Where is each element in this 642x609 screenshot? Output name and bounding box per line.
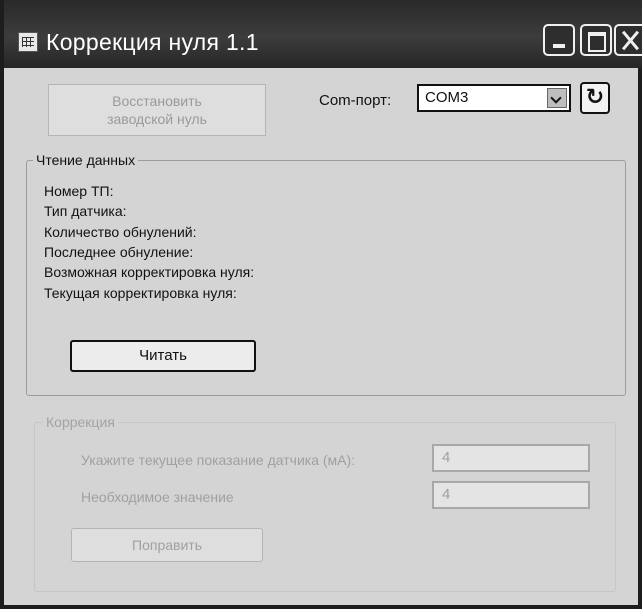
read-data-group-title: Чтение данных <box>33 152 139 168</box>
field-sensor-type: Тип датчика: <box>44 203 127 219</box>
required-value-input[interactable]: 4 <box>432 481 590 509</box>
app-window: Коррекция нуля 1.1 Восстановить заводско… <box>0 0 642 609</box>
minimize-button[interactable] <box>543 24 575 56</box>
title-bar[interactable]: Коррекция нуля 1.1 <box>4 0 642 68</box>
close-button[interactable] <box>614 24 642 56</box>
fix-button[interactable]: Поправить <box>71 528 263 562</box>
correction-group-title: Коррекция <box>43 414 118 430</box>
field-current-correction: Текущая корректировка нуля: <box>44 285 237 301</box>
read-button[interactable]: Читать <box>70 340 256 372</box>
restore-button-label-line1: Восстановить <box>112 93 202 109</box>
current-reading-label: Укажите текущее показание датчика (мА): <box>81 452 356 468</box>
field-zeroing-count: Количество обнулений: <box>44 224 197 240</box>
field-last-zeroing: Последнее обнуление: <box>44 244 194 260</box>
field-tp-number: Номер ТП: <box>44 183 114 199</box>
window-title: Коррекция нуля 1.1 <box>46 29 259 55</box>
app-icon <box>18 32 38 52</box>
chevron-down-icon[interactable] <box>547 88 567 108</box>
com-port-label: Com-порт: <box>319 92 392 109</box>
com-port-value: COM3 <box>425 89 469 106</box>
restore-factory-zero-button[interactable]: Восстановить заводской нуль <box>48 84 266 136</box>
restore-button-label-line2: заводской нуль <box>107 111 207 127</box>
required-value-label: Необходимое значение <box>81 489 234 505</box>
field-possible-correction: Возможная корректировка нуля: <box>44 264 255 280</box>
com-port-select[interactable]: COM3 <box>417 84 571 112</box>
current-reading-input[interactable]: 4 <box>432 444 590 472</box>
refresh-ports-button[interactable]: ↻ <box>580 82 610 114</box>
maximize-button[interactable] <box>580 24 612 56</box>
refresh-icon: ↻ <box>585 84 605 109</box>
